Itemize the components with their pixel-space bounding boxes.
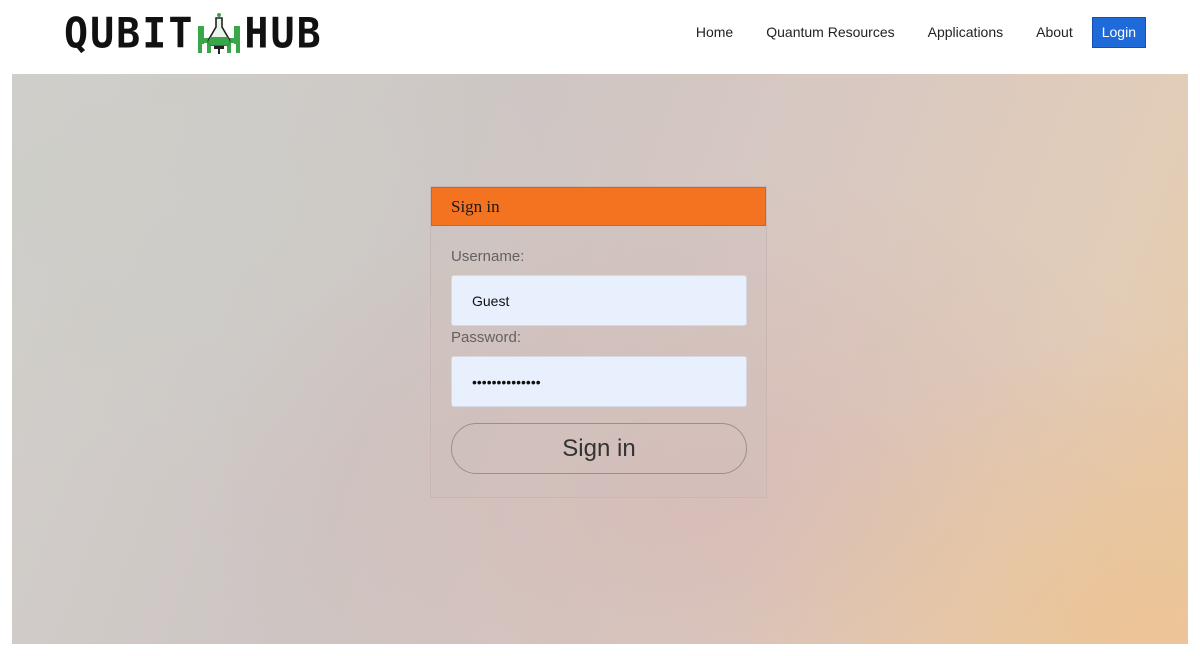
password-input[interactable] [451, 356, 747, 407]
nav-quantum-resources-link[interactable]: Quantum Resources [766, 17, 894, 48]
signin-submit-button[interactable]: Sign in [451, 423, 747, 474]
username-label: Username: [451, 248, 525, 265]
nav-about-link[interactable]: About [1036, 17, 1073, 48]
logo-text-right: HUB [244, 9, 323, 59]
main-nav: Home Quantum Resources Applications Abou… [696, 17, 1146, 48]
login-button[interactable]: Login [1091, 17, 1146, 48]
password-label: Password: [451, 329, 522, 346]
signin-panel-title: Sign in [431, 187, 766, 226]
signin-panel: Sign in Username: Password: Sign in [430, 186, 767, 498]
flask-and-chairs-icon [198, 13, 241, 54]
nav-applications-link[interactable]: Applications [928, 17, 1004, 48]
username-input[interactable] [451, 275, 747, 326]
nav-home-link[interactable]: Home [696, 17, 733, 48]
top-navbar: QUBIT HUB Home Quantum Resources Applica… [0, 0, 1200, 74]
site-logo[interactable]: QUBIT HUB [64, 9, 323, 59]
logo-text-left: QUBIT [64, 9, 195, 59]
